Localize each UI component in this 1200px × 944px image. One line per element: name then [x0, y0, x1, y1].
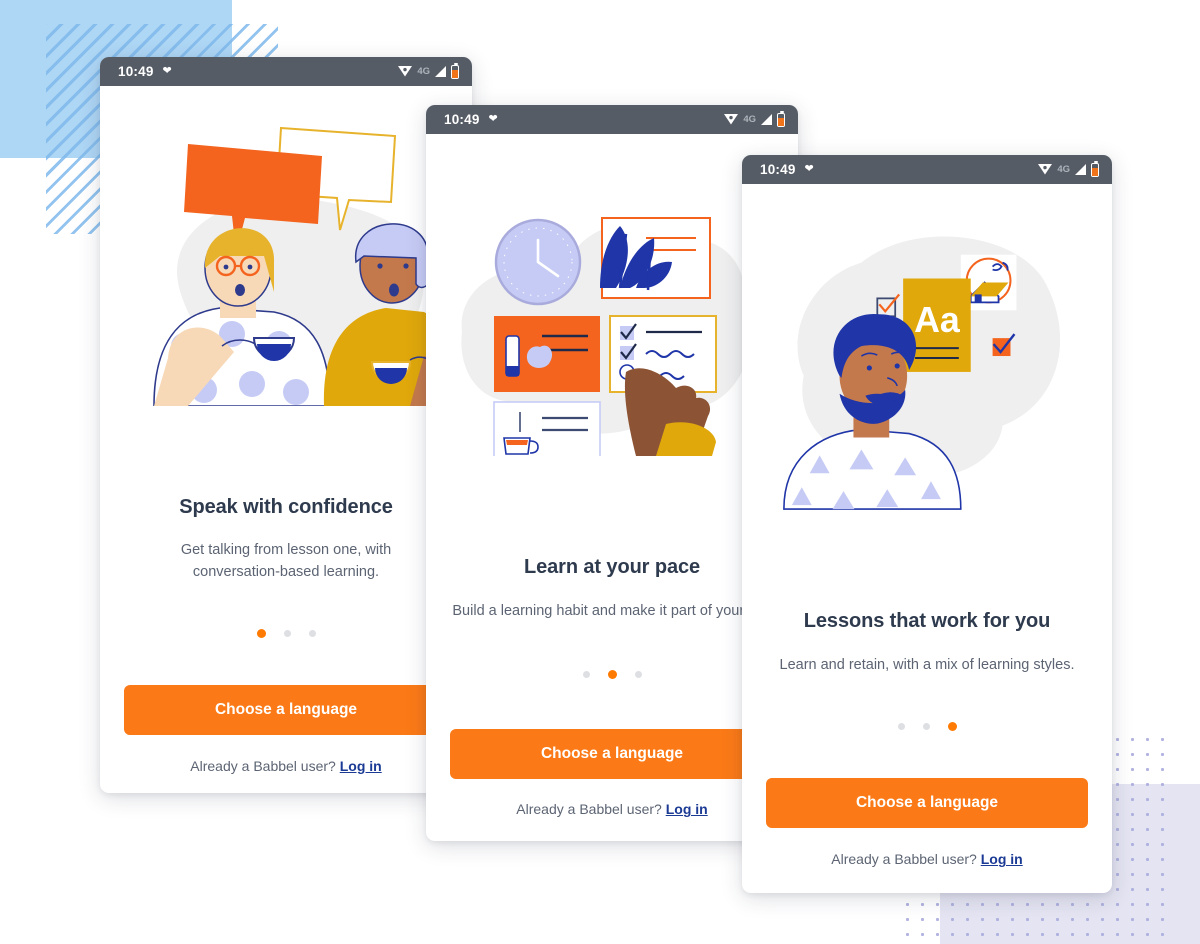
pagination-dots[interactable]	[256, 628, 316, 638]
status-bar: 10:49 ❤ 4G	[100, 57, 472, 86]
pagination-dot-2[interactable]	[922, 723, 930, 731]
log-in-link[interactable]: Log in	[340, 758, 382, 774]
screen-subtitle: Learn and retain, with a mix of learning…	[779, 657, 1075, 673]
signal-icon	[1075, 164, 1086, 175]
illustration-clock-cards-hand	[450, 156, 774, 456]
signal-icon	[435, 66, 446, 77]
network-type-label: 4G	[743, 114, 756, 125]
network-type-label: 4G	[417, 66, 430, 77]
heart-icon: ❤	[162, 65, 172, 77]
login-prompt-text: Already a Babbel user?	[190, 757, 336, 774]
pagination-dot-2[interactable]	[283, 629, 291, 637]
pagination-dot-3[interactable]	[634, 671, 642, 679]
network-type-label: 4G	[1057, 164, 1070, 175]
onboarding-screen-lessons-that-work-for-you: 10:49 ❤ 4G Aa Lessons that work for you …	[742, 155, 1112, 893]
screen-title: Lessons that work for you	[803, 610, 1051, 632]
pagination-dot-3[interactable]	[947, 722, 957, 732]
status-bar: 10:49 ❤ 4G	[426, 105, 798, 134]
status-bar-time: 10:49	[760, 162, 796, 177]
login-prompt-text: Already a Babbel user?	[831, 851, 977, 868]
choose-a-language-button[interactable]: Choose a language	[766, 778, 1088, 829]
pagination-dot-2[interactable]	[607, 670, 617, 680]
pagination-dots[interactable]	[897, 722, 957, 732]
wifi-icon	[724, 114, 739, 125]
wifi-icon	[398, 66, 413, 77]
login-prompt: Already a Babbel user? Log in	[831, 851, 1022, 867]
svg-text:Aa: Aa	[914, 300, 961, 340]
status-bar-indicators: 4G	[1038, 160, 1099, 177]
onboarding-screen-speak-with-confidence: 10:49 ❤ 4G Speak with confidence Get tal…	[100, 57, 472, 793]
status-bar-time: 10:49	[444, 112, 480, 127]
screen-subtitle: Get talking from lesson one, with conver…	[180, 542, 392, 581]
status-bar-time: 10:49	[118, 64, 154, 79]
login-prompt: Already a Babbel user? Log in	[190, 758, 381, 774]
choose-a-language-button[interactable]: Choose a language	[450, 729, 774, 780]
login-prompt: Already a Babbel user? Log in	[516, 801, 707, 817]
battery-icon	[451, 62, 459, 79]
choose-a-language-button[interactable]: Choose a language	[124, 684, 448, 735]
log-in-link[interactable]: Log in	[666, 801, 708, 817]
pagination-dot-1[interactable]	[897, 723, 905, 731]
pagination-dots[interactable]	[582, 670, 642, 680]
heart-icon: ❤	[488, 113, 498, 125]
pagination-dot-1[interactable]	[256, 628, 266, 638]
heart-icon: ❤	[804, 163, 814, 175]
signal-icon	[761, 114, 772, 125]
battery-icon	[1091, 160, 1099, 177]
screen-title: Learn at your pace	[523, 556, 701, 578]
wifi-icon	[1038, 164, 1053, 175]
screen-title: Speak with confidence	[179, 496, 393, 518]
pagination-dot-3[interactable]	[308, 629, 316, 637]
illustration-man-with-alphabet-card: Aa	[766, 210, 1088, 510]
status-bar: 10:49 ❤ 4G	[742, 155, 1112, 184]
illustration-two-women-talking	[124, 106, 448, 406]
login-prompt-text: Already a Babbel user?	[516, 801, 662, 818]
log-in-link[interactable]: Log in	[981, 851, 1023, 867]
status-bar-indicators: 4G	[724, 110, 785, 127]
pagination-dot-1[interactable]	[582, 671, 590, 679]
screen-subtitle: Build a learning habit and make it part …	[452, 603, 772, 619]
battery-icon	[777, 110, 785, 127]
status-bar-indicators: 4G	[398, 62, 459, 79]
